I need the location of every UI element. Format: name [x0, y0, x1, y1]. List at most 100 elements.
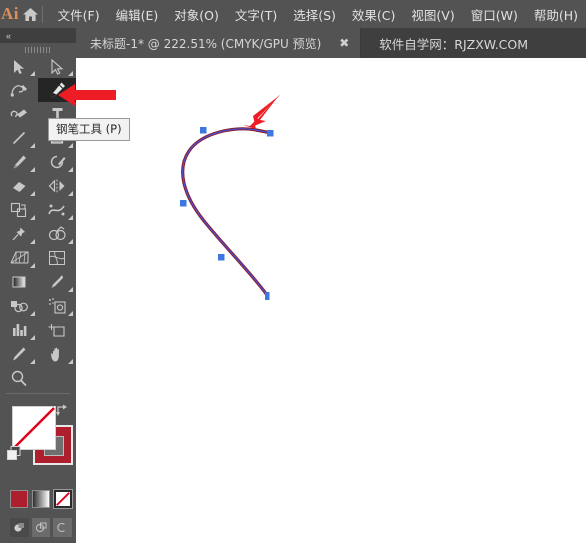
- tool-divider: [6, 393, 70, 394]
- curvature-icon: [10, 85, 27, 97]
- menu-item-type[interactable]: 文字(T): [227, 2, 285, 27]
- eraser-tool[interactable]: [0, 174, 38, 198]
- menu-item-select[interactable]: 选择(S): [285, 2, 344, 27]
- document-tab-bar: 未标题-1* @ 222.51% (CMYK/GPU 预览) ✖ 软件自学网：R…: [76, 28, 586, 58]
- selection-tool[interactable]: [0, 56, 38, 78]
- tool-more-triangle-icon: [68, 167, 73, 172]
- perspective-grid-icon: [10, 251, 28, 264]
- tool-more-triangle-icon: [68, 287, 73, 292]
- direct-selection-tool[interactable]: [38, 56, 76, 78]
- menu-item-file[interactable]: 文件(F): [50, 2, 108, 27]
- gradient-swatch[interactable]: [32, 490, 50, 508]
- pen-icon: [51, 82, 65, 97]
- pen-tool[interactable]: [38, 78, 76, 102]
- curvature-tool[interactable]: [0, 78, 38, 102]
- free-transform-tool[interactable]: [0, 222, 38, 246]
- tool-more-triangle-icon: [68, 359, 73, 364]
- watermark-text: 软件自学网：RJZXW.COM: [379, 36, 529, 52]
- anchor-point[interactable]: [267, 130, 274, 137]
- draw-inside-mode-button[interactable]: [53, 518, 73, 537]
- path-stroke: [181, 127, 274, 297]
- pushpin-icon: [12, 227, 25, 241]
- artboard-canvas[interactable]: [76, 58, 586, 543]
- hand-icon: [50, 347, 59, 361]
- close-icon[interactable]: ✖: [337, 37, 351, 49]
- paintbrush-icon: [13, 155, 26, 169]
- slice-knife-icon: [13, 347, 26, 361]
- tool-more-triangle-icon: [30, 143, 35, 148]
- blend-tool[interactable]: [0, 294, 38, 318]
- anchor-point[interactable]: [200, 127, 207, 134]
- reflect-icon: [48, 179, 65, 193]
- bezier-curve-path[interactable]: [76, 58, 586, 543]
- grip-dots-icon: [25, 46, 51, 53]
- shape-builder-tool[interactable]: [38, 222, 76, 246]
- blob-brush-icon: [10, 109, 27, 118]
- symbol-sprayer-tool[interactable]: [38, 294, 76, 318]
- menu-item-edit[interactable]: 编辑(E): [108, 2, 167, 27]
- tool-more-triangle-icon: [30, 335, 35, 340]
- collapse-panel-button[interactable]: «: [0, 28, 76, 43]
- home-icon[interactable]: [20, 7, 40, 22]
- draw-normal-icon: [14, 523, 24, 532]
- tool-more-triangle-icon: [30, 191, 35, 196]
- scale-icon: [10, 202, 27, 218]
- none-swatch[interactable]: [53, 489, 73, 509]
- anchor-point[interactable]: [218, 254, 225, 261]
- draw-behind-icon: [35, 522, 46, 533]
- tool-more-triangle-icon: [30, 167, 35, 172]
- line-segment-tool[interactable]: [0, 126, 38, 150]
- menu-item-help[interactable]: 帮助(H): [526, 2, 586, 27]
- magnifier-icon: [11, 370, 27, 386]
- tool-more-triangle-icon: [30, 239, 35, 244]
- slice-tool[interactable]: [0, 342, 38, 366]
- menu-item-object[interactable]: 对象(O): [166, 2, 227, 27]
- panel-drag-handle[interactable]: [0, 43, 76, 56]
- tool-more-triangle-icon: [30, 359, 35, 364]
- paintbrush-tool[interactable]: [0, 150, 38, 174]
- eraser-icon: [12, 182, 25, 192]
- gradient-tool[interactable]: [0, 270, 38, 294]
- menu-item-window[interactable]: 窗口(W): [463, 2, 526, 27]
- default-fill-stroke-icon[interactable]: [6, 445, 22, 466]
- artboard-tool[interactable]: [38, 318, 76, 342]
- tool-more-triangle-icon: [68, 239, 73, 244]
- tool-more-triangle-icon: [68, 95, 73, 100]
- column-graph-tool[interactable]: [0, 318, 38, 342]
- shaper-tool[interactable]: [38, 150, 76, 174]
- width-tool[interactable]: [38, 198, 76, 222]
- draw-behind-mode-button[interactable]: [31, 518, 51, 537]
- document-tab[interactable]: 未标题-1* @ 222.51% (CMYK/GPU 预览) ✖: [76, 28, 362, 58]
- mesh-tool[interactable]: [38, 246, 76, 270]
- artboard-icon: [48, 324, 65, 337]
- menu-item-view[interactable]: 视图(V): [403, 2, 462, 27]
- menu-bar: Ai 文件(F) 编辑(E) 对象(O) 文字(T) 选择(S) 效果(C) 视…: [0, 0, 586, 28]
- tool-empty-slot: [38, 366, 76, 390]
- shape-builder-icon: [48, 226, 66, 241]
- perspective-grid-tool[interactable]: [0, 246, 38, 270]
- hand-tool[interactable]: [38, 342, 76, 366]
- blob-brush-tool[interactable]: [0, 102, 38, 126]
- tool-more-triangle-icon: [68, 143, 73, 148]
- menu-divider: [42, 5, 43, 23]
- none-slash-icon: [56, 492, 70, 506]
- anchor-point[interactable]: [180, 200, 187, 207]
- anchor-point-endpoint[interactable]: [265, 292, 270, 300]
- zoom-tool[interactable]: [0, 366, 38, 390]
- arrow-outline-icon: [50, 59, 63, 75]
- eyedropper-tool[interactable]: [38, 270, 76, 294]
- swap-fill-stroke-icon[interactable]: [55, 403, 70, 423]
- illustrator-window: Ai 文件(F) 编辑(E) 对象(O) 文字(T) 选择(S) 效果(C) 视…: [0, 0, 586, 543]
- tool-more-triangle-icon: [68, 311, 73, 316]
- reflect-tool[interactable]: [38, 174, 76, 198]
- color-swatch[interactable]: [10, 490, 28, 508]
- arrow-solid-icon: [13, 60, 24, 74]
- scale-tool[interactable]: [0, 198, 38, 222]
- draw-normal-mode-button[interactable]: [10, 518, 29, 537]
- color-mode-area: [0, 489, 76, 543]
- document-tab-title: 未标题-1* @ 222.51% (CMYK/GPU 预览): [90, 36, 322, 51]
- fill-swatch[interactable]: [12, 406, 56, 450]
- menu-item-effect[interactable]: 效果(C): [344, 2, 403, 27]
- tool-more-triangle-icon: [30, 311, 35, 316]
- drawing-mode-row: [10, 518, 73, 540]
